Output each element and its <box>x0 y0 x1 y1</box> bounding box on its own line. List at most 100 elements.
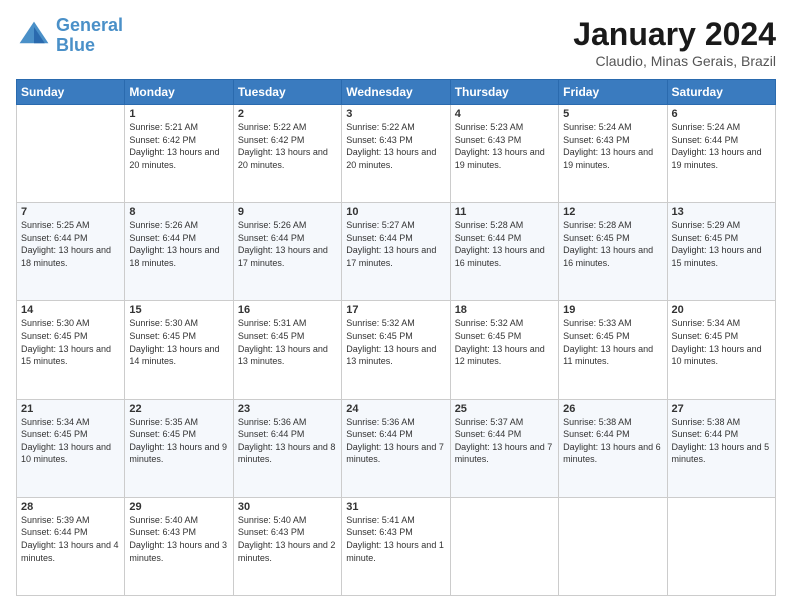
calendar-cell: 28Sunrise: 5:39 AMSunset: 6:44 PMDayligh… <box>17 497 125 595</box>
day-number: 31 <box>346 501 445 513</box>
week-row-3: 21Sunrise: 5:34 AMSunset: 6:45 PMDayligh… <box>17 399 776 497</box>
day-number: 25 <box>455 403 554 415</box>
day-number: 26 <box>563 403 662 415</box>
day-number: 8 <box>129 206 228 218</box>
logo-line1: General <box>56 15 123 35</box>
calendar-cell: 20Sunrise: 5:34 AMSunset: 6:45 PMDayligh… <box>667 301 775 399</box>
day-number: 24 <box>346 403 445 415</box>
cell-info: Sunrise: 5:21 AMSunset: 6:42 PMDaylight:… <box>129 121 228 171</box>
day-number: 18 <box>455 304 554 316</box>
calendar-cell: 27Sunrise: 5:38 AMSunset: 6:44 PMDayligh… <box>667 399 775 497</box>
calendar-cell: 5Sunrise: 5:24 AMSunset: 6:43 PMDaylight… <box>559 105 667 203</box>
calendar-table: SundayMondayTuesdayWednesdayThursdayFrid… <box>16 79 776 596</box>
cell-info: Sunrise: 5:28 AMSunset: 6:45 PMDaylight:… <box>563 219 662 269</box>
day-number: 4 <box>455 108 554 120</box>
logo-icon <box>16 18 52 54</box>
calendar-cell: 2Sunrise: 5:22 AMSunset: 6:42 PMDaylight… <box>233 105 341 203</box>
day-number: 21 <box>21 403 120 415</box>
calendar-cell: 17Sunrise: 5:32 AMSunset: 6:45 PMDayligh… <box>342 301 450 399</box>
title-block: January 2024 Claudio, Minas Gerais, Braz… <box>573 16 776 69</box>
day-number: 10 <box>346 206 445 218</box>
cell-info: Sunrise: 5:34 AMSunset: 6:45 PMDaylight:… <box>21 416 120 466</box>
cell-info: Sunrise: 5:26 AMSunset: 6:44 PMDaylight:… <box>129 219 228 269</box>
cell-info: Sunrise: 5:24 AMSunset: 6:43 PMDaylight:… <box>563 121 662 171</box>
calendar-cell: 3Sunrise: 5:22 AMSunset: 6:43 PMDaylight… <box>342 105 450 203</box>
cell-info: Sunrise: 5:33 AMSunset: 6:45 PMDaylight:… <box>563 317 662 367</box>
calendar-cell: 6Sunrise: 5:24 AMSunset: 6:44 PMDaylight… <box>667 105 775 203</box>
cell-info: Sunrise: 5:22 AMSunset: 6:42 PMDaylight:… <box>238 121 337 171</box>
calendar-cell: 10Sunrise: 5:27 AMSunset: 6:44 PMDayligh… <box>342 203 450 301</box>
day-number: 7 <box>21 206 120 218</box>
day-number: 22 <box>129 403 228 415</box>
day-number: 23 <box>238 403 337 415</box>
weekday-friday: Friday <box>559 80 667 105</box>
cell-info: Sunrise: 5:36 AMSunset: 6:44 PMDaylight:… <box>238 416 337 466</box>
month-title: January 2024 <box>573 16 776 53</box>
day-number: 13 <box>672 206 771 218</box>
cell-info: Sunrise: 5:31 AMSunset: 6:45 PMDaylight:… <box>238 317 337 367</box>
day-number: 3 <box>346 108 445 120</box>
calendar-cell: 7Sunrise: 5:25 AMSunset: 6:44 PMDaylight… <box>17 203 125 301</box>
day-number: 20 <box>672 304 771 316</box>
cell-info: Sunrise: 5:36 AMSunset: 6:44 PMDaylight:… <box>346 416 445 466</box>
cell-info: Sunrise: 5:35 AMSunset: 6:45 PMDaylight:… <box>129 416 228 466</box>
page: General Blue January 2024 Claudio, Minas… <box>0 0 792 612</box>
calendar-cell: 29Sunrise: 5:40 AMSunset: 6:43 PMDayligh… <box>125 497 233 595</box>
day-number: 15 <box>129 304 228 316</box>
weekday-header: SundayMondayTuesdayWednesdayThursdayFrid… <box>17 80 776 105</box>
cell-info: Sunrise: 5:26 AMSunset: 6:44 PMDaylight:… <box>238 219 337 269</box>
logo-line2: Blue <box>56 35 95 55</box>
calendar-cell: 15Sunrise: 5:30 AMSunset: 6:45 PMDayligh… <box>125 301 233 399</box>
cell-info: Sunrise: 5:38 AMSunset: 6:44 PMDaylight:… <box>563 416 662 466</box>
calendar-cell: 13Sunrise: 5:29 AMSunset: 6:45 PMDayligh… <box>667 203 775 301</box>
calendar-body: 1Sunrise: 5:21 AMSunset: 6:42 PMDaylight… <box>17 105 776 596</box>
location: Claudio, Minas Gerais, Brazil <box>573 53 776 69</box>
calendar-cell: 24Sunrise: 5:36 AMSunset: 6:44 PMDayligh… <box>342 399 450 497</box>
cell-info: Sunrise: 5:22 AMSunset: 6:43 PMDaylight:… <box>346 121 445 171</box>
calendar-cell: 21Sunrise: 5:34 AMSunset: 6:45 PMDayligh… <box>17 399 125 497</box>
calendar-cell: 22Sunrise: 5:35 AMSunset: 6:45 PMDayligh… <box>125 399 233 497</box>
cell-info: Sunrise: 5:41 AMSunset: 6:43 PMDaylight:… <box>346 514 445 564</box>
calendar-cell: 14Sunrise: 5:30 AMSunset: 6:45 PMDayligh… <box>17 301 125 399</box>
calendar-cell: 23Sunrise: 5:36 AMSunset: 6:44 PMDayligh… <box>233 399 341 497</box>
weekday-monday: Monday <box>125 80 233 105</box>
calendar-cell <box>450 497 558 595</box>
day-number: 30 <box>238 501 337 513</box>
calendar-cell: 25Sunrise: 5:37 AMSunset: 6:44 PMDayligh… <box>450 399 558 497</box>
logo-text: General Blue <box>56 16 123 56</box>
cell-info: Sunrise: 5:39 AMSunset: 6:44 PMDaylight:… <box>21 514 120 564</box>
day-number: 5 <box>563 108 662 120</box>
cell-info: Sunrise: 5:34 AMSunset: 6:45 PMDaylight:… <box>672 317 771 367</box>
calendar-cell: 26Sunrise: 5:38 AMSunset: 6:44 PMDayligh… <box>559 399 667 497</box>
cell-info: Sunrise: 5:23 AMSunset: 6:43 PMDaylight:… <box>455 121 554 171</box>
cell-info: Sunrise: 5:38 AMSunset: 6:44 PMDaylight:… <box>672 416 771 466</box>
calendar-cell: 19Sunrise: 5:33 AMSunset: 6:45 PMDayligh… <box>559 301 667 399</box>
day-number: 19 <box>563 304 662 316</box>
cell-info: Sunrise: 5:32 AMSunset: 6:45 PMDaylight:… <box>455 317 554 367</box>
day-number: 14 <box>21 304 120 316</box>
cell-info: Sunrise: 5:27 AMSunset: 6:44 PMDaylight:… <box>346 219 445 269</box>
calendar-cell: 9Sunrise: 5:26 AMSunset: 6:44 PMDaylight… <box>233 203 341 301</box>
day-number: 6 <box>672 108 771 120</box>
weekday-wednesday: Wednesday <box>342 80 450 105</box>
calendar-cell: 16Sunrise: 5:31 AMSunset: 6:45 PMDayligh… <box>233 301 341 399</box>
cell-info: Sunrise: 5:32 AMSunset: 6:45 PMDaylight:… <box>346 317 445 367</box>
day-number: 16 <box>238 304 337 316</box>
week-row-1: 7Sunrise: 5:25 AMSunset: 6:44 PMDaylight… <box>17 203 776 301</box>
calendar-cell: 11Sunrise: 5:28 AMSunset: 6:44 PMDayligh… <box>450 203 558 301</box>
day-number: 11 <box>455 206 554 218</box>
cell-info: Sunrise: 5:28 AMSunset: 6:44 PMDaylight:… <box>455 219 554 269</box>
day-number: 1 <box>129 108 228 120</box>
header: General Blue January 2024 Claudio, Minas… <box>16 16 776 69</box>
day-number: 29 <box>129 501 228 513</box>
weekday-tuesday: Tuesday <box>233 80 341 105</box>
calendar-cell: 18Sunrise: 5:32 AMSunset: 6:45 PMDayligh… <box>450 301 558 399</box>
calendar-cell: 31Sunrise: 5:41 AMSunset: 6:43 PMDayligh… <box>342 497 450 595</box>
cell-info: Sunrise: 5:37 AMSunset: 6:44 PMDaylight:… <box>455 416 554 466</box>
calendar-cell <box>667 497 775 595</box>
calendar-cell: 8Sunrise: 5:26 AMSunset: 6:44 PMDaylight… <box>125 203 233 301</box>
day-number: 9 <box>238 206 337 218</box>
week-row-2: 14Sunrise: 5:30 AMSunset: 6:45 PMDayligh… <box>17 301 776 399</box>
calendar-cell: 1Sunrise: 5:21 AMSunset: 6:42 PMDaylight… <box>125 105 233 203</box>
calendar-cell: 12Sunrise: 5:28 AMSunset: 6:45 PMDayligh… <box>559 203 667 301</box>
